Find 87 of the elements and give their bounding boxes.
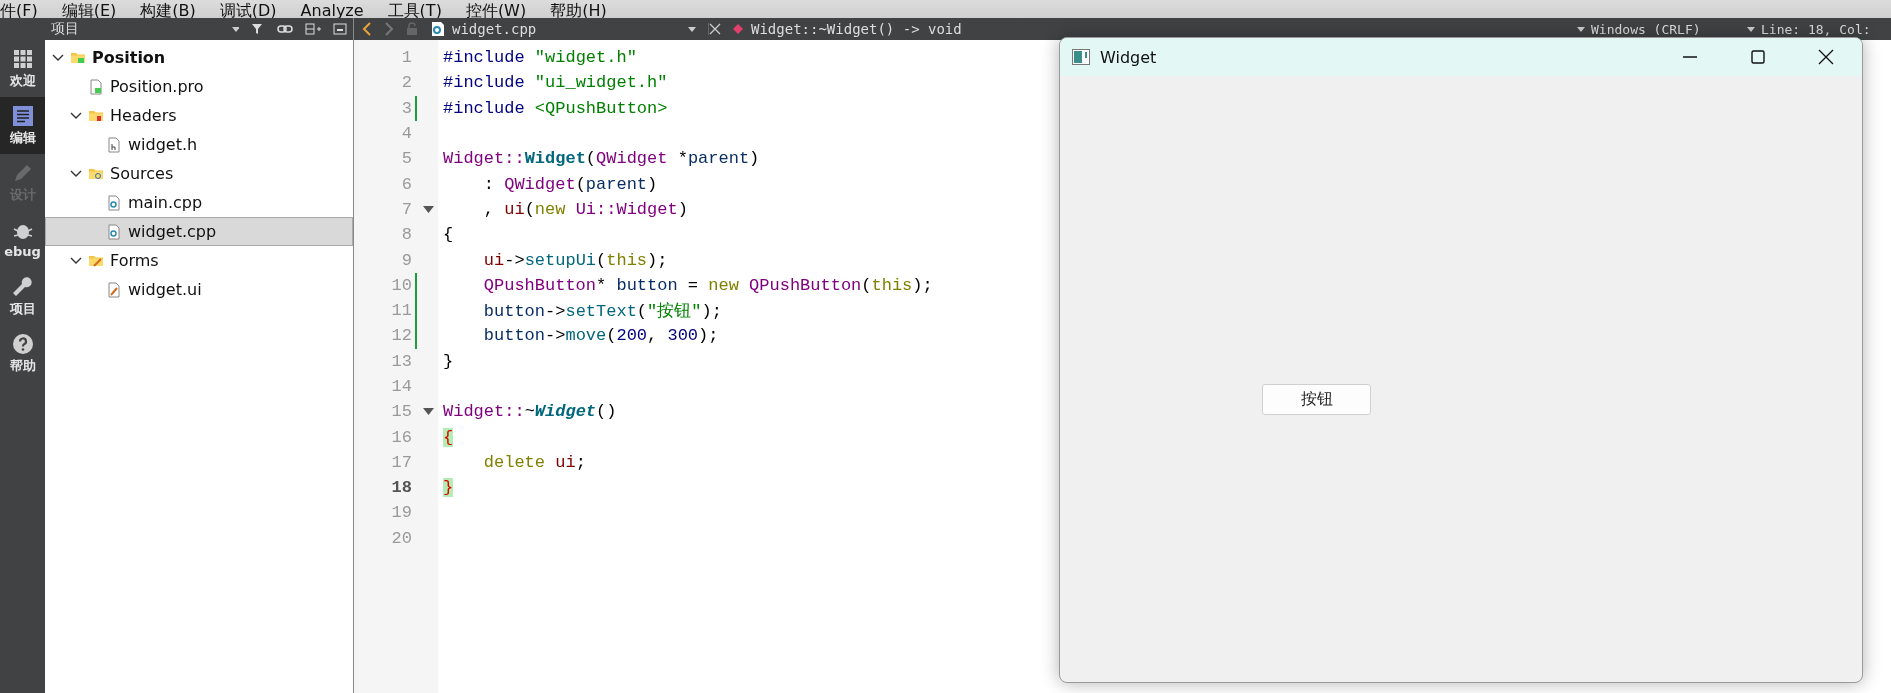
line-number: 16 <box>390 427 412 447</box>
project-file-icon <box>88 78 104 95</box>
line-ending-dropdown[interactable]: Windows (CRLF) <box>1591 21 1741 37</box>
tree-item[interactable]: Position <box>45 43 353 72</box>
line-number: 3 <box>400 98 412 118</box>
menu-item[interactable]: 构建(B) <box>140 3 196 18</box>
code-line: } <box>442 351 454 371</box>
window-title: Widget <box>1100 47 1157 67</box>
filter-icon[interactable] <box>251 22 265 36</box>
line-number: 6 <box>400 174 412 194</box>
line-number: 20 <box>390 528 412 548</box>
link-icon[interactable] <box>277 22 293 36</box>
code-line: QPushButton* button = new QPushButton(this); <box>482 275 933 295</box>
line-number: 1 <box>400 48 412 68</box>
code-line: #include <QPushButton> <box>442 98 668 118</box>
header-file-icon <box>106 136 122 153</box>
help-icon <box>11 332 34 355</box>
code-line: button->move(200, 300); <box>482 326 719 346</box>
source-file-icon <box>430 21 446 37</box>
code-line: Widget::~Widget() <box>442 402 617 422</box>
menu-item[interactable]: 编辑(E) <box>61 3 117 18</box>
code-line: : QWidget(parent) <box>482 174 658 194</box>
tree-item[interactable]: Headers <box>45 101 353 130</box>
diamond-icon <box>733 24 743 34</box>
source-file-icon <box>106 223 122 240</box>
line-number: 9 <box>400 250 412 270</box>
caret-icon <box>1747 26 1755 32</box>
code-line: { <box>442 225 454 245</box>
window-icon <box>1072 49 1090 65</box>
symbol-dropdown[interactable]: Widget::~Widget() -> void <box>751 21 1571 37</box>
menu-item[interactable]: 件(F) <box>0 3 38 18</box>
line-number: 7 <box>400 199 412 219</box>
line-number: 13 <box>390 351 412 371</box>
wrench-icon <box>11 275 34 298</box>
caret-icon <box>688 26 696 32</box>
code-line: #include "widget.h" <box>442 48 637 68</box>
code-line: delete ui; <box>482 452 586 472</box>
source-file-icon <box>106 194 122 211</box>
line-number: 14 <box>390 377 412 396</box>
close-icon[interactable] <box>708 23 721 35</box>
code-line: ui->setupUi(this); <box>482 250 668 270</box>
maximize-icon[interactable] <box>1750 49 1766 65</box>
code-line: Widget::Widget(QWidget *parent) <box>442 149 760 169</box>
document-icon <box>11 104 34 127</box>
mode-button[interactable]: 帮助 <box>0 325 45 382</box>
line-number: 15 <box>390 402 412 422</box>
code-line: button->setText("按钮"); <box>482 301 722 323</box>
fold-arrow-icon[interactable] <box>423 408 434 416</box>
code-line: #include "ui_widget.h" <box>442 73 668 93</box>
caret-icon <box>232 26 239 32</box>
menu-item[interactable]: 帮助(H) <box>550 3 607 18</box>
lock-icon <box>406 22 418 36</box>
line-number: 8 <box>400 225 412 245</box>
mode-button[interactable]: 项目 <box>0 268 45 325</box>
open-file-dropdown[interactable]: widget.cpp <box>452 21 682 37</box>
menu-item[interactable]: 工具(T) <box>387 3 442 18</box>
line-number: 18 <box>390 478 412 498</box>
tree-item[interactable]: Position.pro <box>45 72 353 101</box>
close-icon[interactable] <box>1818 49 1834 65</box>
code-line: , ui(new Ui::Widget) <box>482 199 688 219</box>
tree-item[interactable]: Forms <box>45 246 353 275</box>
line-number: 5 <box>400 149 412 169</box>
line-number: 10 <box>390 275 412 295</box>
close-panel-icon[interactable] <box>333 22 347 36</box>
tree-item[interactable]: Sources <box>45 159 353 188</box>
line-number: 2 <box>400 73 412 93</box>
mode-button[interactable]: ebug <box>0 211 45 268</box>
menu-item[interactable]: 调试(D) <box>219 3 277 18</box>
line-number: 4 <box>400 124 412 144</box>
tree-item[interactable]: widget.h <box>45 130 353 159</box>
menu-item[interactable]: 控件(W) <box>465 3 527 18</box>
split-icon[interactable] <box>305 22 321 36</box>
mode-button[interactable]: 欢迎 <box>0 40 45 97</box>
line-number: 11 <box>390 301 412 321</box>
cursor-position[interactable]: Line: 18, Col: <box>1761 21 1871 37</box>
line-number: 19 <box>390 503 412 523</box>
tree-item[interactable]: widget.cpp <box>45 217 353 246</box>
caret-icon <box>1577 26 1585 32</box>
form-file-icon <box>106 281 122 298</box>
line-number: 12 <box>390 326 412 346</box>
tree-item[interactable]: main.cpp <box>45 188 353 217</box>
grid-icon <box>11 47 34 70</box>
tree-item[interactable]: widget.ui <box>45 275 353 304</box>
fold-arrow-icon[interactable] <box>423 205 434 213</box>
push-button[interactable]: 按钮 <box>1262 384 1371 415</box>
mode-button[interactable]: 编辑 <box>0 97 45 154</box>
line-number: 17 <box>390 452 412 472</box>
